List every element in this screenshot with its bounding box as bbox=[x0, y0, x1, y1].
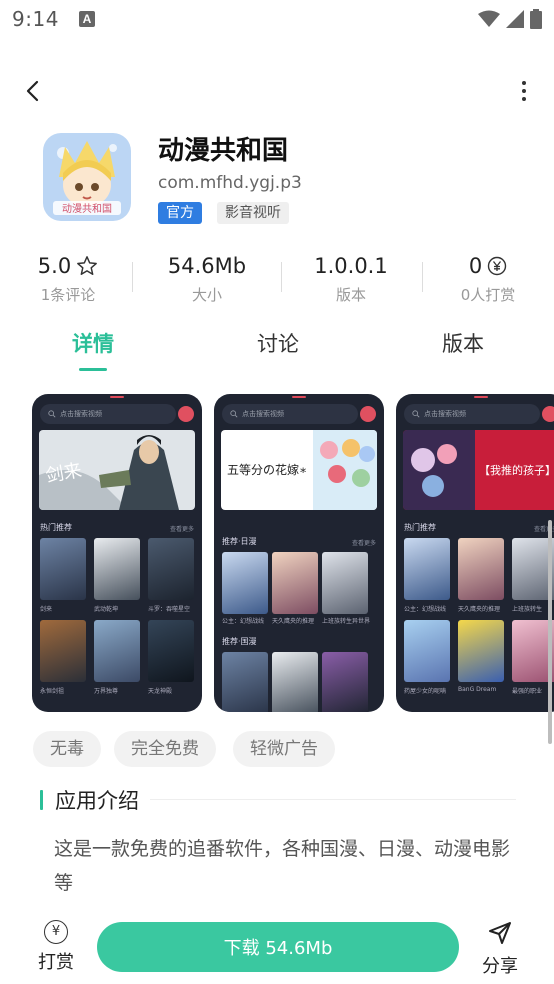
more-dot-icon bbox=[522, 89, 526, 93]
svg-text:【我推的孩子】: 【我推的孩子】 bbox=[479, 463, 554, 477]
section-accent-bar bbox=[40, 790, 43, 810]
intro-description: 这是一款免费的追番软件，各种国漫、日漫、动漫电影等 bbox=[54, 838, 511, 894]
screenshot-banner: 剑来 bbox=[39, 430, 195, 510]
chip-no-virus: 无毒 bbox=[33, 731, 101, 767]
size-value: 54.6Mb bbox=[167, 254, 247, 278]
tab-details[interactable]: 详情 bbox=[48, 328, 138, 358]
wifi-icon bbox=[478, 10, 500, 27]
intro-title: 应用介绍 bbox=[55, 789, 139, 813]
tab-bar: 详情 讨论 版本 bbox=[0, 328, 554, 376]
chip-light-ads: 轻微广告 bbox=[233, 731, 335, 767]
download-button[interactable]: 下载 54.6Mb bbox=[97, 922, 459, 972]
screenshot-carousel[interactable]: 点击搜索视频 剑来 热门推荐 查看更多 剑来 武动乾坤 斗罗：吞噬星空 永恒剑祖… bbox=[32, 394, 554, 712]
version-label: 版本 bbox=[335, 286, 366, 304]
search-icon bbox=[230, 410, 238, 418]
search-icon bbox=[412, 410, 420, 418]
tip-label: 打赏 bbox=[38, 952, 74, 973]
top-bar bbox=[0, 66, 554, 114]
rating-label: 1条评论 bbox=[40, 286, 96, 304]
back-arrow-icon bbox=[26, 80, 39, 102]
tab-versions[interactable]: 版本 bbox=[418, 328, 508, 358]
battery-icon bbox=[530, 9, 542, 29]
intro-heading: 应用介绍 bbox=[40, 787, 139, 813]
stat-divider bbox=[281, 262, 282, 292]
tips-label: 0人打赏 bbox=[460, 286, 516, 304]
category-tag[interactable]: 影音视听 bbox=[217, 202, 289, 224]
signal-icon bbox=[506, 10, 524, 28]
history-icon bbox=[360, 406, 376, 422]
status-bar: 9:14 A bbox=[0, 0, 554, 38]
tip-button[interactable]: ¥ 打赏 bbox=[36, 920, 76, 974]
active-tab-indicator bbox=[79, 368, 107, 371]
more-dot-icon bbox=[522, 81, 526, 85]
tab-discussion[interactable]: 讨论 bbox=[233, 328, 323, 358]
yen-coin-icon: ¥ bbox=[44, 920, 68, 944]
size-label: 大小 bbox=[191, 286, 222, 304]
screenshot-banner: 五等分の花嫁∗ bbox=[221, 430, 377, 510]
share-label: 分享 bbox=[482, 956, 518, 977]
stat-tips[interactable]: 0 0人打赏 bbox=[438, 252, 538, 305]
app-package: com.mfhd.ygj.p3 bbox=[158, 173, 302, 193]
screenshot-2[interactable]: 点击搜索视频 五等分の花嫁∗ 推荐·日漫 查看更多 公主：幻想战线 天久鹰央的推… bbox=[214, 394, 384, 712]
bottom-action-bar: ¥ 打赏 下载 54.6Mb 分享 bbox=[0, 908, 554, 984]
notification-icon: A bbox=[78, 11, 95, 27]
star-icon bbox=[77, 256, 98, 275]
back-button[interactable] bbox=[18, 76, 48, 106]
screenshot-1[interactable]: 点击搜索视频 剑来 热门推荐 查看更多 剑来 武动乾坤 斗罗：吞噬星空 永恒剑祖… bbox=[32, 394, 202, 712]
screenshot-banner: 【我推的孩子】 bbox=[403, 430, 554, 510]
screenshot-search-bar: 点击搜索视频 bbox=[222, 404, 358, 424]
history-icon bbox=[178, 406, 194, 422]
share-icon bbox=[489, 922, 511, 944]
status-time: 9:14 bbox=[12, 7, 59, 31]
yen-coin-icon bbox=[487, 256, 507, 276]
scrollbar[interactable] bbox=[548, 520, 552, 744]
history-icon bbox=[542, 406, 554, 422]
app-icon-label: 动漫共和国 bbox=[62, 203, 112, 215]
screenshot-3[interactable]: 点击搜索视频 【我推的孩子】 热门推荐 查看更多 公主：幻想战线 天久鹰央的推理… bbox=[396, 394, 554, 712]
app-name: 动漫共和国 bbox=[158, 136, 289, 166]
tips-value: 0 bbox=[468, 254, 483, 278]
share-button[interactable]: 分享 bbox=[478, 920, 522, 978]
screenshot-search-bar: 点击搜索视频 bbox=[404, 404, 540, 424]
stat-rating[interactable]: 5.0 1条评论 bbox=[18, 252, 118, 305]
version-value: 1.0.0.1 bbox=[314, 254, 388, 278]
more-options-button[interactable] bbox=[514, 76, 534, 106]
more-dot-icon bbox=[522, 97, 526, 101]
app-icon: 动漫共和国 bbox=[43, 133, 131, 221]
stats-row: 5.0 1条评论 54.6Mb 大小 1.0.0.1 版本 0 0人打赏 bbox=[0, 252, 554, 308]
stat-divider bbox=[132, 262, 133, 292]
official-badge: 官方 bbox=[158, 202, 202, 224]
stat-version: 1.0.0.1 版本 bbox=[301, 252, 401, 305]
screenshot-search-bar: 点击搜索视频 bbox=[40, 404, 176, 424]
svg-text:五等分の花嫁∗: 五等分の花嫁∗ bbox=[227, 462, 307, 477]
intro-divider bbox=[150, 799, 516, 800]
rating-value: 5.0 bbox=[37, 254, 72, 278]
stat-size: 54.6Mb 大小 bbox=[157, 252, 257, 305]
chip-free: 完全免费 bbox=[114, 731, 216, 767]
stat-divider bbox=[422, 262, 423, 292]
search-icon bbox=[48, 410, 56, 418]
